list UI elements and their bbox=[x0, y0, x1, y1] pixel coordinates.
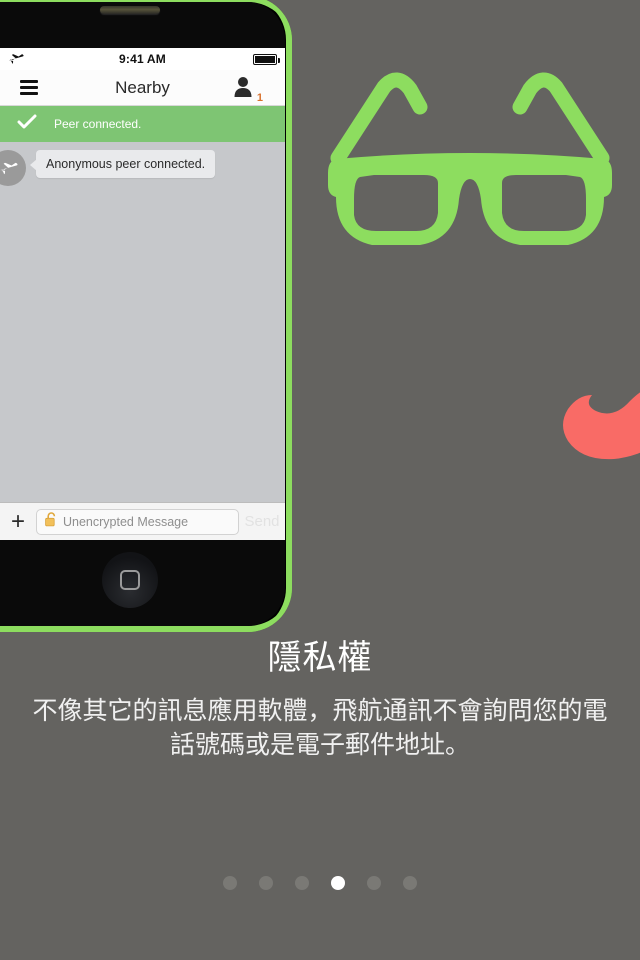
page-dot[interactable] bbox=[259, 876, 273, 890]
home-button-square-icon bbox=[120, 570, 140, 590]
home-button[interactable] bbox=[102, 552, 158, 608]
app-screen: 9:41 AM Nearby 1 Peer connected. Anonymo… bbox=[0, 48, 285, 540]
page-dot-active[interactable] bbox=[331, 876, 345, 890]
airplane-icon bbox=[0, 150, 26, 186]
status-banner: Peer connected. bbox=[0, 106, 285, 142]
page-dot[interactable] bbox=[223, 876, 237, 890]
onboarding-screen: 9:41 AM Nearby 1 Peer connected. Anonymo… bbox=[0, 0, 640, 960]
message-input[interactable]: Unencrypted Message bbox=[36, 508, 239, 535]
page-indicator[interactable] bbox=[0, 876, 640, 890]
message-text: Anonymous peer connected. bbox=[46, 157, 206, 171]
unlocked-padlock-icon bbox=[45, 511, 57, 532]
battery-full-icon bbox=[253, 48, 280, 70]
send-button[interactable]: Send bbox=[239, 513, 285, 530]
earpiece-speaker bbox=[100, 6, 160, 14]
hamburger-menu-icon[interactable] bbox=[20, 80, 38, 95]
message-list: Anonymous peer connected. bbox=[0, 142, 285, 524]
message-input-placeholder: Unencrypted Message bbox=[63, 514, 189, 529]
onboarding-body: 不像其它的訊息應用軟體，飛航通訊不會詢問您的電話號碼或是電子郵件地址。 bbox=[32, 697, 608, 759]
checkmark-icon bbox=[0, 114, 54, 135]
onboarding-copy: 隱私權 不像其它的訊息應用軟體，飛航通訊不會詢問您的電話號碼或是電子郵件地址。 bbox=[0, 630, 640, 763]
peer-count-badge: 1 bbox=[256, 92, 263, 104]
mustache-icon bbox=[530, 375, 640, 480]
onboarding-title: 隱私權 bbox=[267, 639, 373, 677]
status-bar: 9:41 AM bbox=[0, 48, 285, 70]
message-composer: + Unencrypted Message Send bbox=[0, 502, 285, 540]
page-dot[interactable] bbox=[295, 876, 309, 890]
airplane-mode-icon bbox=[8, 52, 24, 66]
nav-bar: Nearby 1 bbox=[0, 70, 285, 106]
list-item: Anonymous peer connected. bbox=[0, 142, 285, 186]
status-banner-text: Peer connected. bbox=[54, 117, 142, 131]
add-attachment-button[interactable]: + bbox=[0, 509, 36, 534]
message-bubble: Anonymous peer connected. bbox=[29, 150, 216, 178]
nerd-glasses-icon bbox=[320, 55, 620, 255]
status-bar-time: 9:41 AM bbox=[119, 52, 166, 66]
page-dot[interactable] bbox=[367, 876, 381, 890]
person-icon[interactable]: 1 bbox=[233, 75, 263, 104]
page-dot[interactable] bbox=[403, 876, 417, 890]
